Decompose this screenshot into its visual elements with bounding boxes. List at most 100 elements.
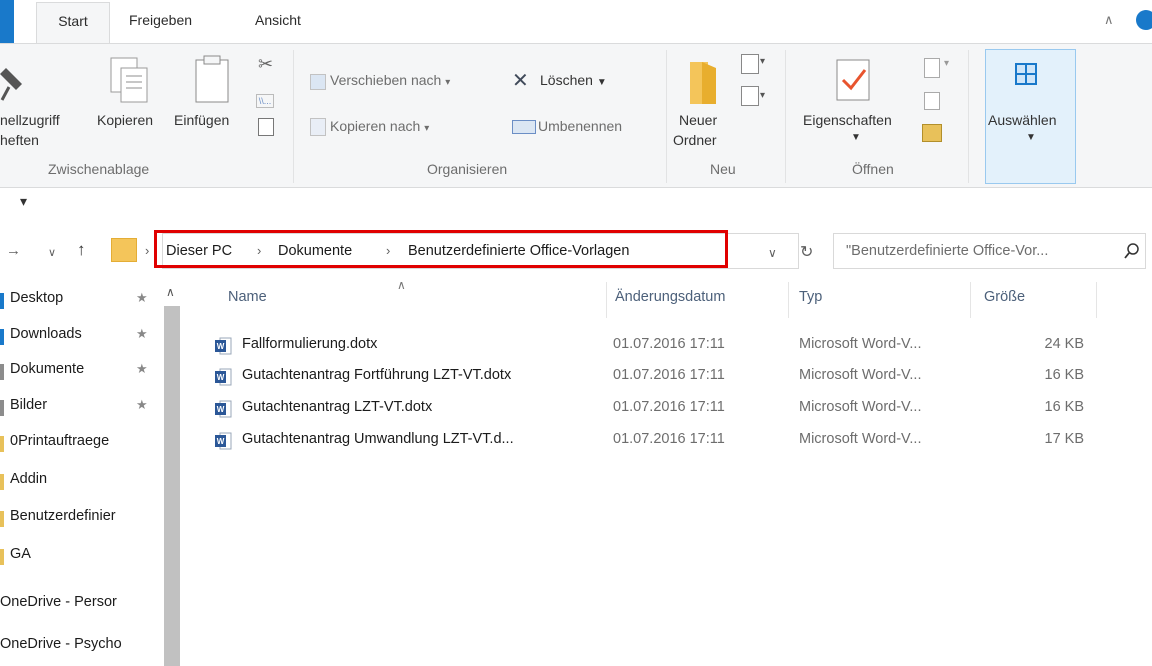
rename-button[interactable]: Umbenennen (538, 116, 622, 136)
tab-start[interactable]: Start (36, 2, 110, 44)
copy-to-button[interactable]: Kopieren nach ▾ (330, 116, 429, 139)
tab-share[interactable]: Freigeben (129, 12, 192, 28)
quick-access-toolbar-arrow[interactable]: ▾ (20, 193, 27, 210)
new-item-icon[interactable] (741, 54, 759, 74)
file-type[interactable]: Microsoft Word-V... (799, 431, 921, 447)
file-name[interactable]: Gutachtenantrag Umwandlung LZT-VT.d... (242, 431, 514, 447)
sidebar-item[interactable]: OneDrive - Persor (0, 594, 164, 610)
delete-icon: ✕ (512, 70, 529, 92)
file-name[interactable]: Fallformulierung.dotx (242, 336, 377, 352)
nav-item-icon (0, 329, 4, 345)
cut-icon[interactable]: ✂ (258, 54, 273, 75)
move-to-button[interactable]: Verschieben nach ▾ (330, 70, 450, 93)
properties-icon[interactable] (833, 56, 875, 106)
chevron-down-icon[interactable]: ▾ (760, 90, 765, 101)
quickaccess-label-2[interactable]: heften (0, 130, 39, 150)
word-file-icon[interactable]: W (214, 400, 232, 418)
column-divider[interactable] (606, 282, 607, 318)
nav-item-icon (0, 436, 4, 452)
pin-icon[interactable]: ★ (136, 326, 148, 342)
nav-item-icon (0, 511, 4, 527)
edit-icon[interactable] (924, 92, 940, 110)
open-icon[interactable] (924, 58, 940, 78)
properties-button[interactable]: Eigenschaften (803, 110, 892, 130)
paste-icon[interactable] (192, 54, 234, 106)
pin-icon[interactable]: ★ (136, 361, 148, 377)
tab-view[interactable]: Ansicht (255, 12, 301, 28)
new-folder-icon[interactable] (688, 58, 718, 108)
select-icon (1015, 63, 1037, 85)
ribbon-separator (293, 50, 294, 183)
chevron-down-icon[interactable]: ▼ (851, 132, 861, 143)
forward-arrow-icon[interactable]: → (6, 242, 21, 259)
file-size[interactable]: 24 KB (1000, 336, 1085, 352)
group-label-clipboard: Zwischenablage (48, 161, 150, 177)
quickaccess-label-1[interactable]: nellzugriff (0, 110, 60, 130)
pin-icon[interactable] (0, 64, 36, 104)
chevron-down-icon[interactable]: ▾ (760, 56, 765, 67)
select-label: Auswählen (988, 112, 1057, 128)
nav-item-icon (0, 474, 4, 490)
chevron-down-icon[interactable]: ▾ (944, 58, 949, 69)
chevron-down-icon: ▼ (1026, 132, 1036, 143)
word-file-icon[interactable]: W (214, 368, 232, 386)
up-arrow-icon[interactable]: ↑ (77, 240, 86, 260)
file-type[interactable]: Microsoft Word-V... (799, 399, 921, 415)
column-date[interactable]: Änderungsdatum (615, 289, 725, 305)
file-type[interactable]: Microsoft Word-V... (799, 336, 921, 352)
column-type[interactable]: Typ (799, 289, 822, 305)
help-icon[interactable] (1136, 10, 1152, 30)
copy-path-icon[interactable]: \\... (256, 94, 274, 108)
group-label-open: Öffnen (852, 161, 894, 177)
history-icon[interactable] (922, 124, 942, 142)
file-size[interactable]: 17 KB (1000, 431, 1085, 447)
file-size[interactable]: 16 KB (1000, 367, 1085, 383)
sidebar-item[interactable]: OneDrive - Psycho (0, 636, 164, 652)
column-divider[interactable] (970, 282, 971, 318)
sidebar-item[interactable]: 0Printauftraege (10, 433, 164, 449)
paste-button[interactable]: Einfügen (174, 110, 229, 130)
column-size[interactable]: Größe (984, 289, 1025, 305)
file-type[interactable]: Microsoft Word-V... (799, 367, 921, 383)
nav-item-icon (0, 549, 4, 565)
file-name[interactable]: Gutachtenantrag LZT-VT.dotx (242, 399, 432, 415)
sort-indicator-icon: ∧ (397, 278, 406, 292)
nav-item-icon (0, 364, 4, 380)
pin-icon[interactable]: ★ (136, 397, 148, 413)
file-date[interactable]: 01.07.2016 17:11 (613, 336, 725, 352)
column-divider[interactable] (1096, 282, 1097, 318)
address-dropdown-icon[interactable]: ∨ (768, 246, 777, 260)
svg-text:W: W (217, 437, 225, 446)
chevron-right-icon[interactable]: › (145, 243, 149, 258)
recent-locations-icon[interactable]: ∨ (48, 246, 56, 259)
group-label-organize: Organisieren (427, 161, 508, 177)
column-divider[interactable] (788, 282, 789, 318)
new-folder-label-2[interactable]: Ordner (673, 130, 717, 150)
sidebar-item[interactable]: Benutzerdefinier (10, 508, 164, 524)
pin-icon[interactable]: ★ (136, 290, 148, 306)
sidebar-item[interactable]: Addin (10, 471, 164, 487)
file-size[interactable]: 16 KB (1000, 399, 1085, 415)
column-name[interactable]: Name (228, 289, 267, 305)
file-date[interactable]: 01.07.2016 17:11 (613, 431, 725, 447)
delete-button[interactable]: Löschen ▼ (540, 70, 607, 93)
paste-shortcut-icon[interactable] (258, 118, 274, 136)
copy-icon[interactable] (107, 56, 153, 106)
word-file-icon[interactable]: W (214, 337, 232, 355)
word-file-icon[interactable]: W (214, 432, 232, 450)
search-input[interactable]: "Benutzerdefinierte Office-Vor... (846, 243, 1048, 259)
file-date[interactable]: 01.07.2016 17:11 (613, 367, 725, 383)
file-name[interactable]: Gutachtenantrag Fortführung LZT-VT.dotx (242, 367, 511, 383)
nav-scrollbar[interactable] (164, 306, 180, 666)
refresh-icon[interactable]: ↻ (800, 242, 813, 262)
search-icon[interactable] (1124, 243, 1140, 259)
scroll-up-icon[interactable]: ∧ (166, 285, 175, 299)
sidebar-item[interactable]: GA (10, 546, 164, 562)
new-folder-label-1[interactable]: Neuer (679, 110, 717, 130)
file-date[interactable]: 01.07.2016 17:11 (613, 399, 725, 415)
collapse-ribbon-icon[interactable]: ∧ (1104, 12, 1114, 28)
easy-access-icon[interactable] (741, 86, 759, 106)
file-tab[interactable] (0, 0, 14, 44)
rename-icon (512, 120, 536, 134)
copy-button[interactable]: Kopieren (97, 110, 153, 130)
